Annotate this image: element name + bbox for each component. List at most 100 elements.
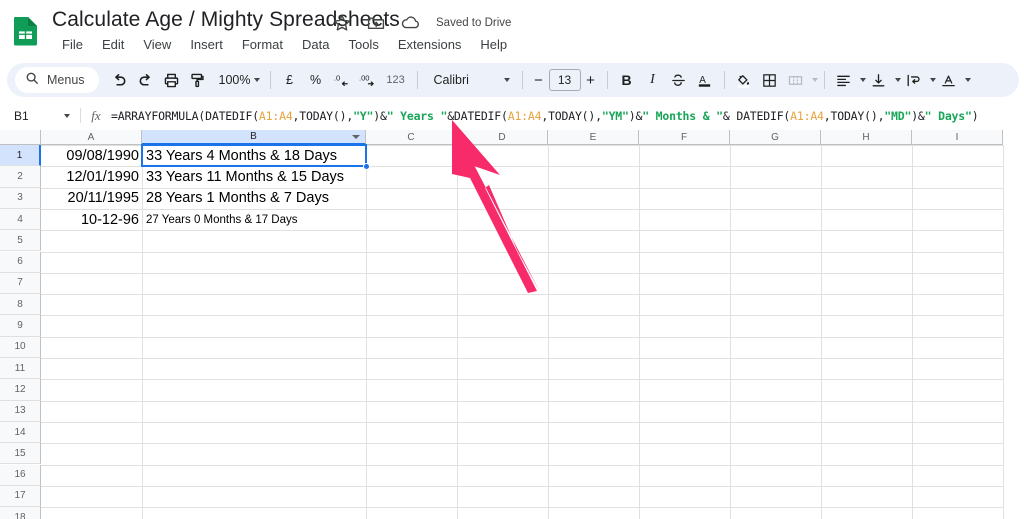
cell-A4[interactable]: 10-12-96 — [41, 209, 142, 230]
undo-button[interactable] — [107, 67, 133, 93]
row-header-15[interactable]: 15 — [0, 443, 41, 465]
menu-tools[interactable]: Tools — [340, 34, 386, 56]
text-color-button[interactable]: A — [692, 67, 718, 93]
formula-token: "MD" — [884, 108, 912, 123]
formula-token: " Days" — [924, 108, 972, 123]
sheets-logo-icon — [12, 16, 40, 46]
percent-format-button[interactable]: % — [303, 67, 329, 93]
cell-A2[interactable]: 12/01/1990 — [41, 166, 142, 187]
row-header-13[interactable]: 13 — [0, 400, 41, 422]
chevron-down-icon[interactable] — [894, 78, 901, 82]
formula-token: & DATEDIF( — [722, 108, 791, 123]
column-header-g[interactable]: G — [730, 130, 821, 145]
row-header-17[interactable]: 17 — [0, 485, 41, 508]
vertical-align-button[interactable] — [866, 67, 892, 93]
formula-token: A1:A4 — [258, 108, 293, 123]
increase-font-size-button[interactable]: + — [581, 72, 601, 89]
decrease-decimal-button[interactable]: .0 — [329, 67, 355, 93]
more-formats-button[interactable]: 123 — [381, 67, 411, 93]
merge-cells-button[interactable] — [783, 67, 809, 93]
row-header-5[interactable]: 5 — [0, 230, 41, 252]
text-wrap-button[interactable] — [901, 67, 927, 93]
decrease-font-size-button[interactable]: − — [529, 72, 549, 89]
fill-color-button[interactable] — [731, 67, 757, 93]
column-header-f[interactable]: F — [639, 130, 730, 145]
row-header-16[interactable]: 16 — [0, 464, 41, 486]
grid-line-horizontal — [41, 379, 1003, 381]
bold-button[interactable]: B — [614, 67, 640, 93]
font-size-input[interactable]: 13 — [548, 69, 581, 91]
fill-handle[interactable] — [363, 163, 370, 171]
title-actions: Saved to Drive — [332, 13, 511, 33]
strikethrough-button[interactable] — [666, 67, 692, 93]
increase-decimal-button[interactable]: .00 — [355, 67, 381, 93]
column-header-e[interactable]: E — [548, 130, 639, 145]
cloud-saved-icon[interactable] — [400, 13, 420, 33]
cell-A3[interactable]: 20/11/1995 — [41, 188, 142, 209]
row-header-11[interactable]: 11 — [0, 358, 41, 380]
menu-edit[interactable]: Edit — [94, 34, 132, 56]
formula-token: )& — [373, 108, 387, 123]
menu-insert[interactable]: Insert — [182, 34, 231, 56]
chevron-down-icon[interactable] — [964, 78, 971, 82]
menus-search-button[interactable]: Menus — [15, 67, 99, 93]
row-header-4[interactable]: 4 — [0, 208, 41, 231]
grid-line-horizontal — [41, 464, 1003, 466]
select-all-corner[interactable] — [0, 130, 41, 145]
menu-extensions[interactable]: Extensions — [390, 34, 470, 56]
menu-data[interactable]: Data — [294, 34, 337, 56]
cell-B1[interactable]: 33 Years 4 Months & 18 Days — [142, 145, 366, 166]
chevron-down-icon[interactable] — [64, 113, 70, 118]
menus-label: Menus — [47, 73, 85, 87]
row-header-2[interactable]: 2 — [0, 166, 41, 188]
currency-format-button[interactable]: £ — [277, 67, 303, 93]
row-header-9[interactable]: 9 — [0, 315, 41, 337]
redo-button[interactable] — [133, 67, 159, 93]
column-header-b[interactable]: B — [142, 130, 366, 145]
row-header-8[interactable]: 8 — [0, 294, 41, 316]
formula-token: ,TODAY(), — [541, 108, 602, 123]
row-header-1[interactable]: 1 — [0, 145, 41, 167]
row-header-3[interactable]: 3 — [0, 187, 41, 209]
menu-format[interactable]: Format — [234, 34, 291, 56]
row-header-10[interactable]: 10 — [0, 336, 41, 358]
italic-button[interactable]: I — [640, 67, 666, 93]
paint-format-button[interactable] — [185, 67, 211, 93]
column-header-label: G — [771, 131, 779, 143]
row-header-7[interactable]: 7 — [0, 272, 41, 295]
cell-B3[interactable]: 28 Years 1 Months & 7 Days — [142, 188, 366, 209]
borders-button[interactable] — [757, 67, 783, 93]
zoom-control[interactable]: 100% — [211, 67, 264, 93]
column-header-d[interactable]: D — [457, 130, 548, 145]
text-rotation-button[interactable] — [936, 67, 962, 93]
star-icon[interactable] — [332, 13, 352, 33]
spreadsheet-grid: ABCDEFGHI 12345678910111213141516171819 … — [0, 130, 1024, 519]
cell-B4[interactable]: 27 Years 0 Months & 17 Days — [142, 209, 366, 230]
font-family-select[interactable]: Calibri — [424, 67, 516, 93]
move-to-folder-icon[interactable] — [366, 13, 386, 33]
grid-line-horizontal — [41, 230, 1003, 232]
formula-token: &DATEDIF( — [447, 108, 508, 123]
row-header-14[interactable]: 14 — [0, 421, 41, 444]
column-menu-chevron-down-icon[interactable] — [352, 134, 360, 139]
cell-A1[interactable]: 09/08/1990 — [41, 145, 142, 166]
column-header-a[interactable]: A — [41, 130, 142, 145]
chevron-down-icon[interactable] — [859, 78, 866, 82]
grid-line-vertical — [821, 145, 822, 519]
column-header-c[interactable]: C — [366, 130, 457, 145]
row-header-12[interactable]: 12 — [0, 379, 41, 401]
menu-file[interactable]: File — [54, 34, 91, 56]
row-header-18[interactable]: 18 — [0, 507, 41, 519]
column-header-i[interactable]: I — [912, 130, 1003, 145]
formula-input[interactable]: =ARRAYFORMULA(DATEDIF(A1:A4,TODAY(),"Y")… — [111, 108, 979, 123]
menu-view[interactable]: View — [135, 34, 179, 56]
column-header-h[interactable]: H — [821, 130, 912, 145]
menu-help[interactable]: Help — [472, 34, 515, 56]
cell-B2[interactable]: 33 Years 11 Months & 15 Days — [142, 166, 366, 187]
name-box[interactable]: B1 — [0, 102, 80, 129]
row-header-6[interactable]: 6 — [0, 251, 41, 273]
chevron-down-icon[interactable] — [929, 78, 936, 82]
print-button[interactable] — [159, 67, 185, 93]
chevron-down-icon[interactable] — [811, 78, 818, 82]
horizontal-align-button[interactable] — [831, 67, 857, 93]
